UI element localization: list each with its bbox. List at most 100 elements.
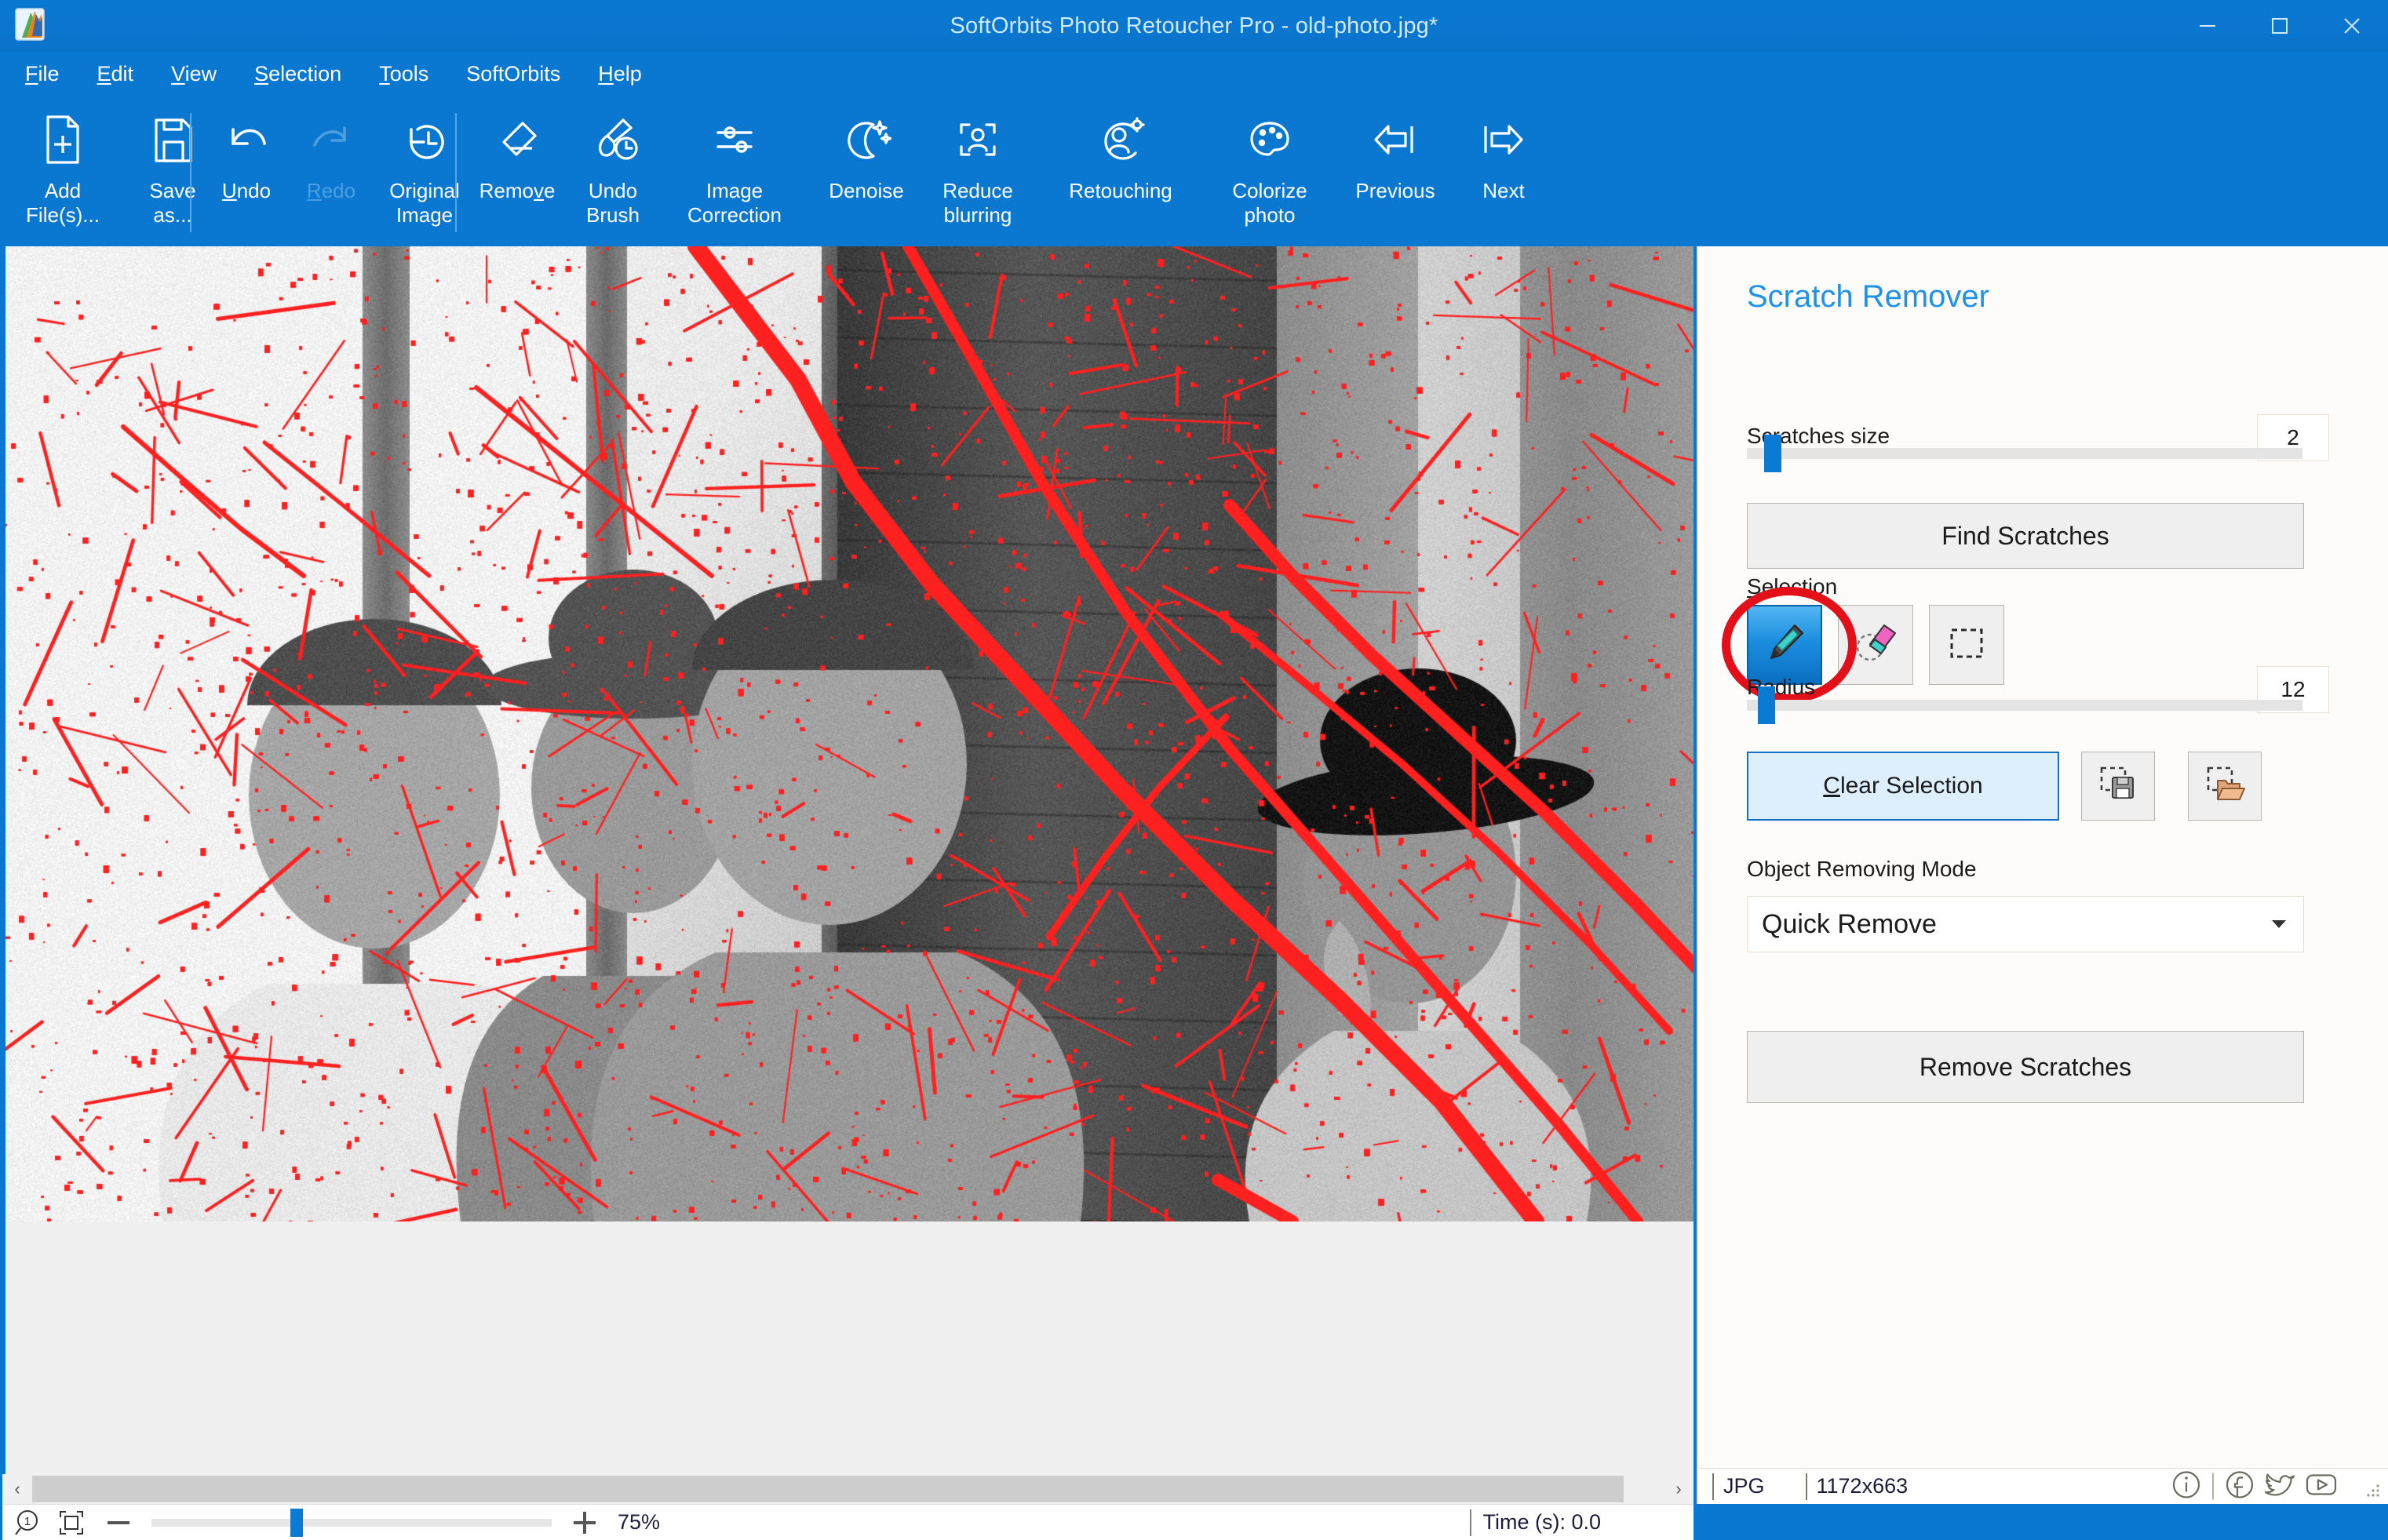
person-gear-icon (1090, 104, 1151, 176)
toolbar-previous[interactable]: Previous (1333, 104, 1458, 203)
twitter-icon[interactable] (2262, 1466, 2299, 1506)
social-links (2168, 1466, 2339, 1506)
scrollbar-thumb[interactable] (32, 1476, 1624, 1502)
toolbar-previous-label: Previous (1355, 179, 1435, 203)
clear-selection-button[interactable]: Clear Selection (1747, 752, 2059, 821)
toolbar-undo-label: Undo (222, 179, 271, 203)
menu-softorbits-label: SoftOrbits (466, 62, 560, 86)
close-icon[interactable] (2316, 0, 2388, 52)
application-window: SoftOrbits Photo Retoucher Pro - old-pho… (0, 0, 2388, 1540)
resize-grip-icon[interactable] (2364, 1482, 2382, 1499)
toolbar-remove-label: Remove (479, 179, 556, 203)
toolbar-image-correction[interactable]: Image Correction (658, 104, 811, 228)
image-dimensions-label: 1172x663 (1817, 1474, 1909, 1498)
toolbar-colorize-photo[interactable]: Colorize photo (1207, 104, 1333, 228)
find-scratches-button[interactable]: Find Scratches (1747, 503, 2304, 569)
fit-to-window-icon[interactable] (56, 1507, 87, 1538)
canvas-empty-area (5, 1221, 1693, 1474)
scratches-size-slider[interactable] (1747, 448, 2302, 459)
radius-slider[interactable] (1747, 700, 2302, 711)
rectangle-select-tool[interactable] (1929, 605, 2004, 685)
menu-softorbits[interactable]: SoftOrbits (466, 59, 578, 89)
toolbar-denoise[interactable]: Denoise (815, 104, 918, 203)
maximize-icon[interactable] (2244, 0, 2316, 52)
format-separator (1712, 1473, 1714, 1500)
image-canvas-area[interactable] (2, 246, 1693, 1474)
toolbar-divider-2 (455, 113, 457, 232)
toolbar-redo-label: Redo (307, 179, 355, 203)
toolbar-undo[interactable]: Undo (196, 104, 297, 203)
toolbar-next-label: Next (1482, 179, 1524, 203)
toolbar-image-correction-label: Image Correction (687, 179, 782, 228)
status-bar-left: 1 75% Time (s): 0.0 (2, 1504, 1693, 1540)
file-format-label: JPG (1723, 1474, 1765, 1498)
remove-scratches-button[interactable]: Remove Scratches (1747, 1031, 2304, 1103)
zoom-out-minus-icon[interactable] (103, 1507, 134, 1538)
toolbar-undo-brush[interactable]: Undo Brush (562, 104, 664, 228)
status-bar-right: JPG 1172x663 (1698, 1468, 2388, 1504)
scroll-left-arrow-icon[interactable]: ‹ (2, 1474, 32, 1504)
toolbar-colorize-photo-label: Colorize photo (1232, 179, 1307, 228)
save-selection-icon (2095, 762, 2141, 811)
right-tool-panel: Scratch Remover Scratches size 2 Find Sc… (1697, 246, 2388, 1504)
zoom-actual-size-icon[interactable]: 1 (13, 1507, 45, 1538)
menu-help-label: elp (614, 62, 642, 86)
main-toolbar: Add File(s)... Save as... Undo Redo Orig… (0, 96, 2388, 245)
menu-edit[interactable]: Edit (97, 59, 151, 89)
portrait-focus-icon (947, 104, 1008, 176)
social-divider (2212, 1473, 2214, 1500)
menu-file-label: ile (38, 62, 60, 86)
toolbar-denoise-label: Denoise (829, 179, 903, 203)
menu-edit-label: dit (111, 62, 134, 86)
document-add-icon (32, 104, 93, 176)
zoom-slider[interactable] (151, 1519, 552, 1527)
zoom-in-plus-icon[interactable] (569, 1507, 600, 1538)
toolbar-add-files[interactable]: Add File(s)... (0, 104, 126, 228)
menu-selection-label: election (268, 62, 341, 86)
redo-arrow-icon (301, 104, 362, 176)
toolbar-next[interactable]: Next (1456, 104, 1551, 203)
menu-tools[interactable]: Tools (379, 59, 446, 89)
menu-help[interactable]: Help (598, 59, 659, 89)
minimize-icon[interactable] (2171, 0, 2244, 52)
youtube-icon[interactable] (2303, 1466, 2339, 1506)
dashed-rectangle-icon (1941, 617, 1992, 673)
toolbar-remove[interactable]: Remove (461, 104, 573, 203)
scrollbar-track[interactable] (32, 1474, 1664, 1504)
load-selection-button[interactable] (2188, 752, 2262, 821)
canvas-horizontal-scrollbar[interactable]: ‹ › (2, 1474, 1693, 1504)
chevron-down-icon (2272, 920, 2286, 928)
svg-text:1: 1 (24, 1515, 31, 1528)
panel-title: Scratch Remover (1747, 279, 1989, 315)
undo-arrow-icon (216, 104, 277, 176)
moon-sparkle-icon (836, 104, 897, 176)
eraser-selection-tool[interactable] (1838, 605, 1913, 685)
toolbar-save-as-label: Save as... (149, 179, 195, 228)
menu-view[interactable]: View (171, 59, 234, 89)
toolbar-add-files-label: Add File(s)... (26, 179, 100, 228)
marker-pen-tool[interactable] (1747, 605, 1822, 685)
photo-with-scratch-overlay[interactable] (5, 246, 1693, 1221)
photo-bitmap[interactable] (5, 246, 1693, 1221)
toolbar-reduce-blurring[interactable]: Reduce blurring (917, 104, 1039, 228)
scratches-size-slider-thumb[interactable] (1764, 435, 1781, 472)
radius-slider-thumb[interactable] (1758, 686, 1775, 724)
processing-time-label: Time (s): 0.0 (1482, 1510, 1601, 1535)
arrow-right-icon (1473, 104, 1534, 176)
info-icon[interactable] (2168, 1466, 2204, 1506)
load-selection-icon (2202, 762, 2248, 811)
facebook-icon[interactable] (2222, 1466, 2258, 1506)
window-controls (2171, 0, 2388, 52)
object-removing-mode-select[interactable]: Quick Remove (1747, 896, 2304, 952)
menu-bar: File Edit View Selection Tools SoftOrbit… (0, 52, 2388, 96)
save-selection-button[interactable] (2081, 752, 2155, 821)
toolbar-retouching[interactable]: Retouching (1037, 104, 1204, 203)
toolbar-divider-1 (190, 113, 191, 232)
object-removing-mode-label: Object Removing Mode (1747, 857, 1977, 882)
arrow-left-icon (1365, 104, 1426, 176)
sliders-icon (704, 104, 765, 176)
scroll-right-arrow-icon[interactable]: › (1664, 1474, 1693, 1504)
zoom-slider-thumb[interactable] (290, 1509, 303, 1537)
menu-selection[interactable]: Selection (254, 59, 359, 89)
menu-file[interactable]: File (25, 59, 77, 89)
